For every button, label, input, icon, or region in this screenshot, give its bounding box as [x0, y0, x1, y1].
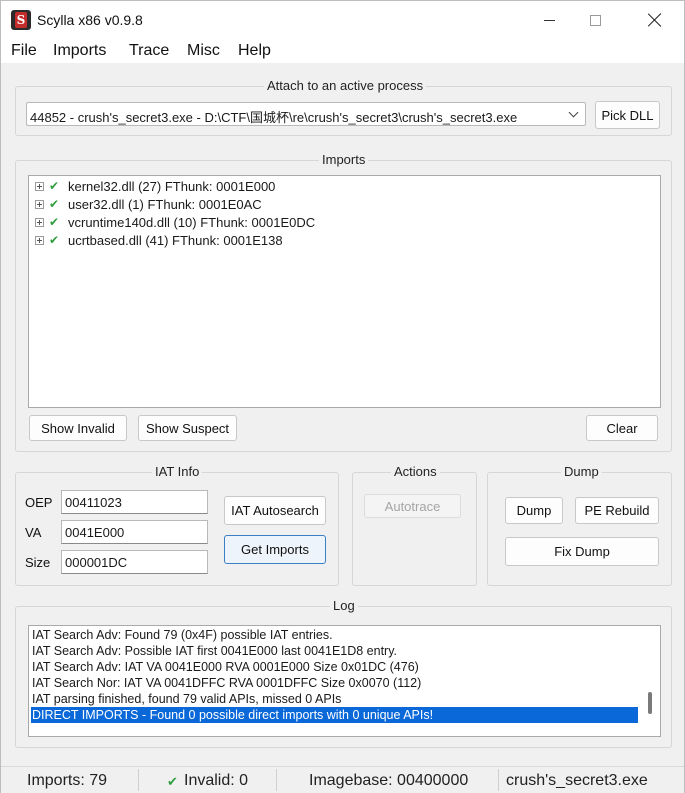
imports-group-title: Imports: [319, 152, 369, 167]
log-line[interactable]: IAT Search Adv: Possible IAT first 0041E…: [31, 643, 638, 659]
tree-node-label: ucrtbased.dll (41) FThunk: 0001E138: [68, 232, 283, 248]
log-line-selected[interactable]: DIRECT IMPORTS - Found 0 possible direct…: [31, 707, 638, 723]
attach-group-title: Attach to an active process: [264, 78, 427, 93]
check-icon: ✔: [49, 197, 60, 211]
menu-trace[interactable]: Trace: [129, 42, 169, 60]
status-bar: Imports: 79 ✔ Invalid: 0 Imagebase: 0040…: [1, 766, 684, 793]
clear-button[interactable]: Clear: [586, 415, 658, 441]
get-imports-button[interactable]: Get Imports: [224, 535, 326, 564]
dump-button[interactable]: Dump: [505, 497, 563, 524]
plus-box-icon[interactable]: [35, 199, 44, 209]
plus-box-icon[interactable]: [35, 235, 44, 245]
maximize-icon: [589, 14, 601, 26]
check-icon: ✔: [167, 774, 178, 789]
status-separator: [276, 769, 277, 791]
imports-tree[interactable]: ✔ kernel32.dll (27) FThunk: 0001E000 ✔ u…: [28, 175, 661, 408]
tree-node-vcruntime140d[interactable]: ✔ vcruntime140d.dll (10) FThunk: 0001E0D…: [35, 213, 315, 231]
status-imports: Imports: 79: [27, 772, 108, 789]
minimize-button[interactable]: [526, 1, 572, 39]
log-scrollbar-thumb[interactable]: [648, 692, 652, 714]
tree-node-label: kernel32.dll (27) FThunk: 0001E000: [68, 178, 276, 194]
dump-group: Dump: [487, 464, 672, 586]
log-line[interactable]: IAT Search Nor: IAT VA 0041DFFC RVA 0001…: [31, 675, 638, 691]
tree-node-user32[interactable]: ✔ user32.dll (1) FThunk: 0001E0AC: [35, 195, 262, 213]
log-line[interactable]: IAT Search Adv: Found 79 (0x4F) possible…: [31, 627, 638, 643]
actions-group-title: Actions: [391, 464, 440, 479]
plus-box-icon[interactable]: [35, 217, 44, 227]
status-invalid: Invalid: 0: [184, 772, 249, 789]
iat-info-group-title: IAT Info: [152, 464, 203, 479]
va-label: VA: [25, 525, 42, 540]
menu-imports[interactable]: Imports: [53, 42, 106, 60]
menu-bar: File Imports Trace Misc Help: [1, 39, 684, 63]
maximize-button[interactable]: [572, 1, 618, 39]
scylla-app-icon: S: [11, 10, 31, 30]
close-icon: [648, 13, 662, 27]
fix-dump-button[interactable]: Fix Dump: [505, 537, 659, 566]
check-icon: ✔: [49, 233, 60, 247]
check-icon: ✔: [49, 215, 60, 229]
log-line[interactable]: IAT Search Adv: IAT VA 0041E000 RVA 0001…: [31, 659, 638, 675]
tree-node-ucrtbased[interactable]: ✔ ucrtbased.dll (41) FThunk: 0001E138: [35, 231, 283, 249]
tree-node-label: vcruntime140d.dll (10) FThunk: 0001E0DC: [68, 214, 316, 230]
scylla-window: S Scylla x86 v0.9.8 File Imports Trace M…: [0, 0, 685, 793]
check-icon: ✔: [49, 179, 60, 193]
size-field[interactable]: 000001DC: [61, 550, 208, 574]
process-combobox-value: 44852 - crush's_secret3.exe - D:\CTF\国城杯…: [30, 110, 518, 125]
log-group-title: Log: [330, 598, 358, 613]
oep-label: OEP: [25, 495, 53, 510]
show-invalid-button[interactable]: Show Invalid: [29, 415, 127, 441]
menu-help[interactable]: Help: [238, 42, 271, 60]
iat-autosearch-button[interactable]: IAT Autosearch: [224, 496, 326, 525]
log-line[interactable]: IAT parsing finished, found 79 valid API…: [31, 691, 638, 707]
tree-node-label: user32.dll (1) FThunk: 0001E0AC: [68, 196, 262, 212]
plus-box-icon[interactable]: [35, 181, 44, 191]
menu-misc[interactable]: Misc: [187, 42, 220, 60]
pe-rebuild-button[interactable]: PE Rebuild: [575, 497, 659, 524]
show-suspect-button[interactable]: Show Suspect: [138, 415, 237, 441]
menu-file[interactable]: File: [11, 42, 37, 60]
actions-group: Actions: [352, 464, 477, 586]
title-bar: S Scylla x86 v0.9.8: [1, 1, 684, 39]
close-button[interactable]: [632, 1, 678, 39]
window-title: Scylla x86 v0.9.8: [37, 12, 143, 28]
tree-node-kernel32[interactable]: ✔ kernel32.dll (27) FThunk: 0001E000: [35, 177, 275, 195]
status-imagebase: Imagebase: 00400000: [309, 772, 469, 789]
oep-field[interactable]: 00411023: [61, 490, 208, 514]
status-separator: [138, 769, 139, 791]
log-listbox[interactable]: IAT Search Adv: Found 79 (0x4F) possible…: [28, 625, 661, 737]
chevron-down-icon: [568, 107, 579, 118]
pick-dll-button[interactable]: Pick DLL: [595, 101, 660, 129]
size-label: Size: [25, 555, 51, 570]
va-field[interactable]: 0041E000: [61, 520, 208, 544]
status-separator: [498, 769, 499, 791]
autotrace-button[interactable]: Autotrace: [364, 494, 461, 518]
minimize-icon: [543, 19, 555, 21]
dump-group-title: Dump: [561, 464, 602, 479]
status-module: crush's_secret3.exe: [506, 772, 648, 789]
process-combobox[interactable]: 44852 - crush's_secret3.exe - D:\CTF\国城杯…: [26, 102, 586, 126]
